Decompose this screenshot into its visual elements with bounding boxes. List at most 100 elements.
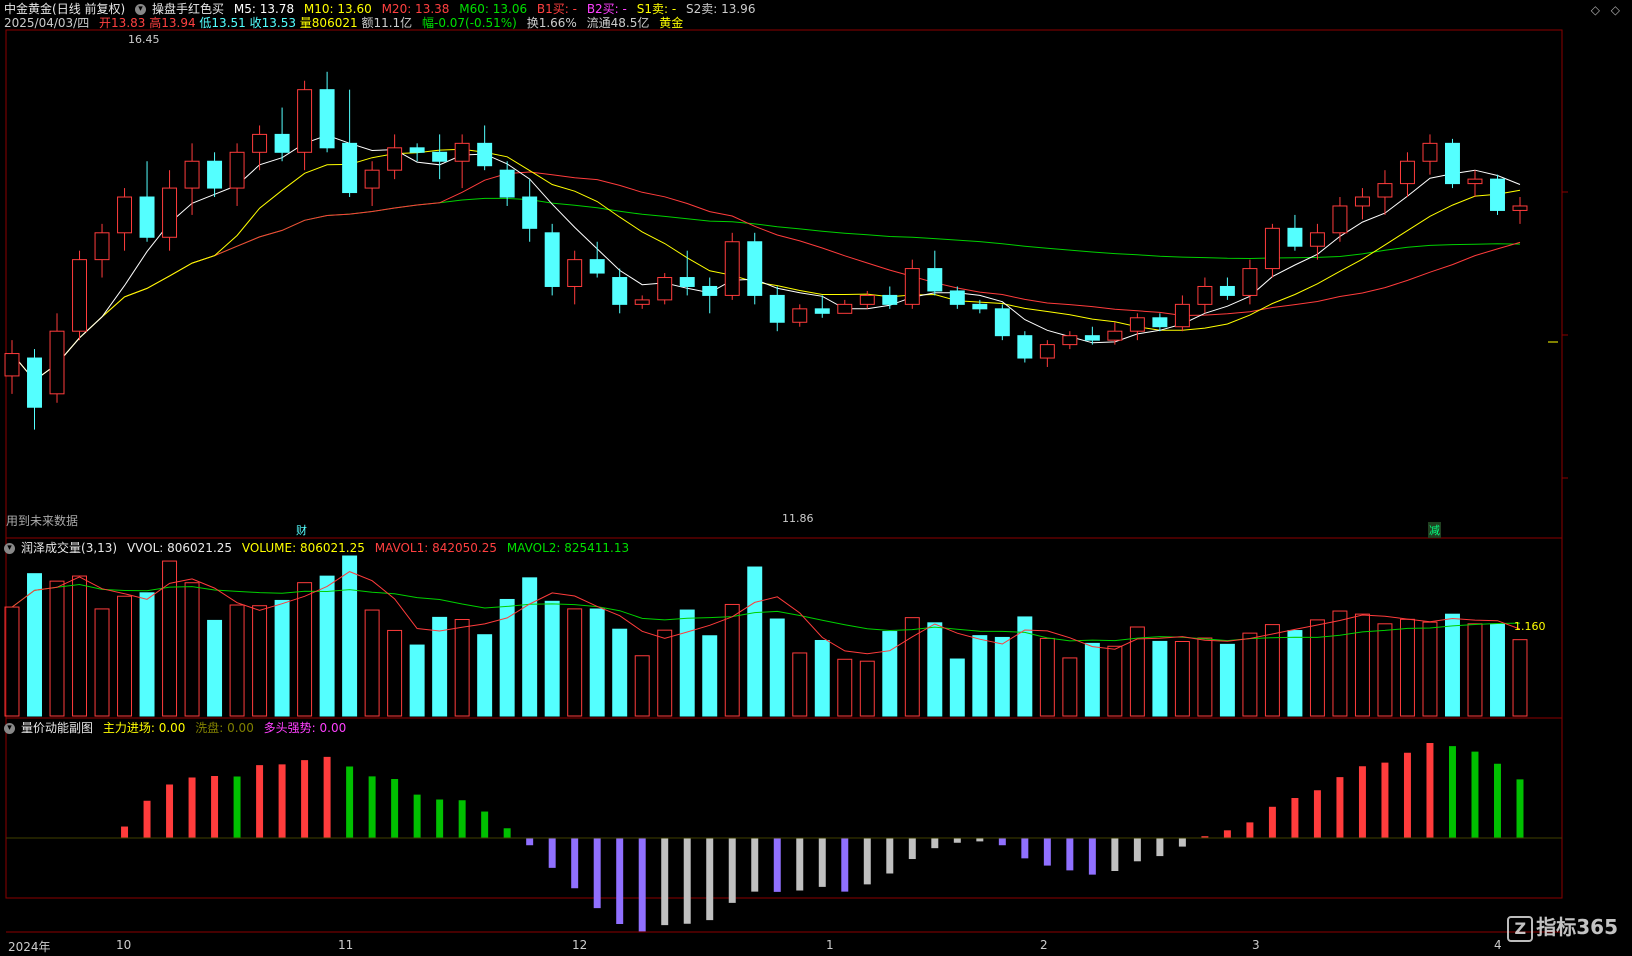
sector-label[interactable]: 黄金 xyxy=(659,16,683,30)
candle-body xyxy=(612,277,628,305)
candle-body xyxy=(949,290,965,305)
volume-bar xyxy=(859,660,875,717)
candle-body xyxy=(117,196,133,234)
volume-bar xyxy=(1107,645,1123,717)
candle-body xyxy=(1354,196,1370,207)
candle-body xyxy=(522,196,538,229)
candle-body xyxy=(702,285,718,296)
volume-bar xyxy=(679,609,695,717)
momentum-panel-header: ▾ 量价动能副图 主力进场: 0.00 洗盘: 0.00 多头强势: 0.00 xyxy=(4,720,352,736)
finance-badge[interactable]: 财 xyxy=(296,522,307,538)
stock-name[interactable]: 中金黄金 xyxy=(4,2,52,16)
volume-panel-title[interactable]: 润泽成交量 xyxy=(21,541,81,555)
volume-panel-params: (3,13) xyxy=(81,541,118,555)
volume-bar xyxy=(432,616,448,717)
candle-body xyxy=(432,151,448,162)
candle-body xyxy=(1377,183,1393,198)
b1-value: B1买: - xyxy=(536,2,577,16)
volume-bar xyxy=(1039,637,1055,717)
candle-body xyxy=(544,232,560,287)
reduce-badge[interactable]: 减 xyxy=(1428,522,1441,538)
volume-bar xyxy=(747,566,763,717)
max-price-label: 16.45 xyxy=(128,33,160,46)
amount-value: 额11.1亿 xyxy=(361,16,413,30)
change-value: 幅-0.07(-0.51%) xyxy=(422,16,517,30)
candle-body xyxy=(792,308,808,323)
candle-body xyxy=(274,133,290,153)
volume-bar xyxy=(1219,643,1235,717)
candle-body xyxy=(477,142,493,167)
x-axis-label: 2 xyxy=(1040,938,1048,952)
volume-bar xyxy=(1242,632,1258,717)
volume-bar xyxy=(72,575,87,717)
dropdown-icon[interactable]: ▾ xyxy=(135,4,147,15)
candle-body xyxy=(904,268,920,305)
formula-name[interactable]: 操盘手红色买 xyxy=(152,2,224,16)
stock-chart-canvas[interactable] xyxy=(0,0,1632,956)
volume-bar xyxy=(207,619,223,717)
candle-body xyxy=(1062,335,1078,346)
volume-bar xyxy=(4,606,20,717)
candle-body xyxy=(1107,330,1123,341)
main-panel-frame xyxy=(5,29,1563,539)
candle-body xyxy=(814,308,830,314)
s2-value: S2卖: 13.96 xyxy=(685,2,756,16)
volume-bar xyxy=(1129,626,1145,717)
wash-value: 洗盘: 0.00 xyxy=(195,721,254,735)
b2-value: B2买: - xyxy=(586,2,627,16)
candle-body xyxy=(4,353,20,377)
candle-body xyxy=(27,357,42,408)
candle-body xyxy=(1332,205,1348,234)
mavol1-value: MAVOL1: 842050.25 xyxy=(374,541,497,555)
candle-body xyxy=(1264,227,1280,270)
volume-bar xyxy=(162,560,178,717)
volume-bar xyxy=(1467,623,1483,717)
candle-body xyxy=(1174,303,1190,328)
close-value: 收13.53 xyxy=(249,16,296,30)
candle-body xyxy=(1287,227,1303,247)
candle-body xyxy=(184,160,200,189)
ma10-value: M10: 13.60 xyxy=(303,2,372,16)
candle-body xyxy=(1309,232,1325,247)
candle-body xyxy=(1129,317,1145,332)
volume-bar xyxy=(1062,657,1078,717)
volume-bar xyxy=(724,603,740,717)
candle-body xyxy=(1467,178,1483,185)
candle-body xyxy=(139,196,155,238)
volume-bar xyxy=(1197,637,1213,717)
candle-body xyxy=(1152,317,1168,328)
volume-bar xyxy=(612,628,628,717)
ma20-value: M20: 13.38 xyxy=(381,2,450,16)
candle-body xyxy=(1445,142,1460,185)
candle-body xyxy=(1039,344,1055,359)
volume-bar xyxy=(792,652,808,717)
dropdown-icon[interactable]: ▾ xyxy=(4,723,15,734)
momentum-panel-title[interactable]: 量价动能副图 xyxy=(21,721,93,735)
candle-body xyxy=(859,294,875,305)
volume-bar xyxy=(1512,639,1528,717)
volume-ratio-label: 1.160 xyxy=(1514,620,1546,633)
candle-body xyxy=(162,187,178,238)
volume-bar xyxy=(499,598,515,717)
volume-bar xyxy=(567,608,583,717)
dropdown-icon[interactable]: ▾ xyxy=(4,543,15,554)
low-value: 低13.51 xyxy=(199,16,246,30)
volume-bar xyxy=(319,575,335,717)
candle-body xyxy=(49,330,65,395)
volume-bar xyxy=(274,599,290,717)
turnover-value: 换1.66% xyxy=(526,16,577,30)
bull-value: 多头强势: 0.00 xyxy=(263,721,347,735)
volume-bar xyxy=(1332,610,1348,717)
next-icon[interactable]: ◇ xyxy=(1611,3,1620,17)
date-label: 2025/04/03/四 xyxy=(4,16,90,30)
candle-body xyxy=(319,89,335,149)
prev-icon[interactable]: ◇ xyxy=(1591,3,1600,17)
x-axis-label: 10 xyxy=(116,938,132,952)
candle-body xyxy=(747,241,763,296)
candle-body xyxy=(252,133,268,153)
volume-bar xyxy=(972,635,988,717)
volume-bar xyxy=(409,644,425,717)
candle-body xyxy=(1219,285,1235,296)
x-axis-label: 3 xyxy=(1252,938,1260,952)
volume-bar xyxy=(544,600,560,717)
